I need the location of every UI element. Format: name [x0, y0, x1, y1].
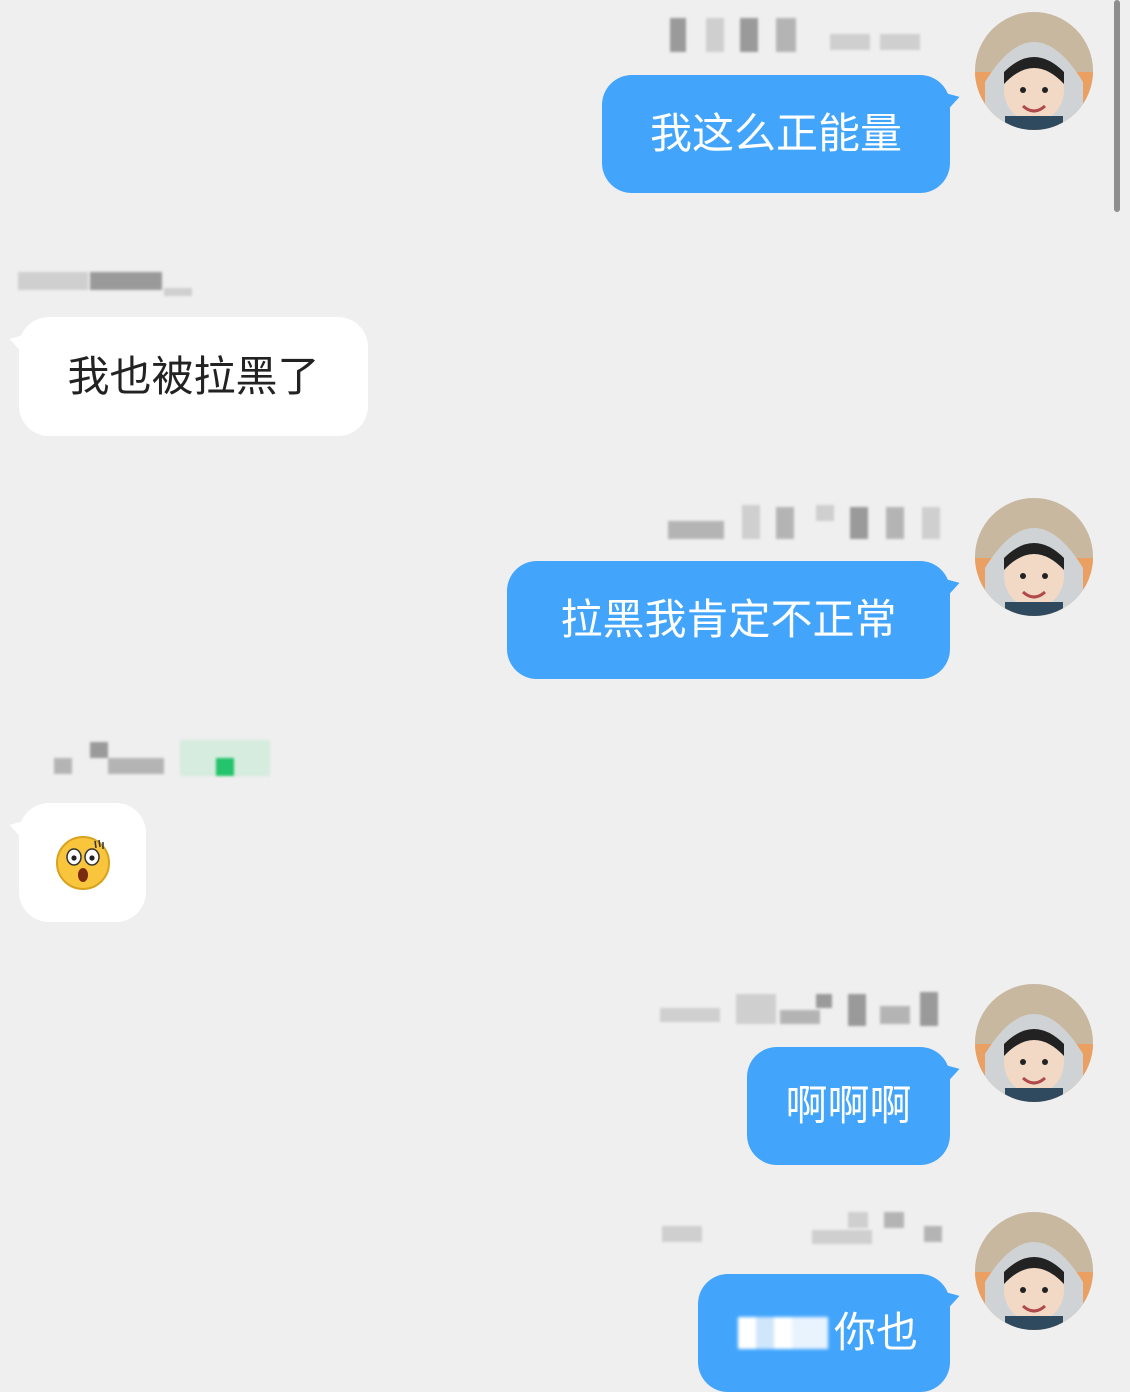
- message-bubble-outgoing[interactable]: 啊啊啊: [747, 1047, 950, 1165]
- sender-name-blurred: [54, 740, 274, 780]
- message-text: 我这么正能量: [649, 109, 902, 158]
- my-avatar[interactable]: [975, 1212, 1093, 1330]
- message-bubble-outgoing[interactable]: 拉黑我肯定不正常: [507, 561, 950, 679]
- sender-name-blurred: [668, 505, 943, 545]
- message-text: 你也: [833, 1308, 918, 1357]
- message-bubble-outgoing[interactable]: 你也: [698, 1274, 950, 1392]
- message-bubble-incoming[interactable]: 我也被拉黑了: [19, 317, 368, 436]
- message-text: 啊啊啊: [785, 1081, 912, 1130]
- my-avatar[interactable]: [975, 984, 1093, 1102]
- sender-name-blurred: [18, 268, 218, 308]
- sender-name-blurred: [662, 1212, 942, 1252]
- surprised-face-icon: [55, 835, 110, 890]
- sender-name-blurred: [670, 18, 940, 58]
- message-bubble-incoming[interactable]: [19, 803, 146, 922]
- blurred-text: [737, 1317, 828, 1349]
- my-avatar[interactable]: [975, 12, 1093, 130]
- message-text: 我也被拉黑了: [67, 351, 320, 401]
- chat-scrollbar[interactable]: [1114, 0, 1120, 212]
- message-bubble-outgoing[interactable]: 我这么正能量: [602, 75, 950, 193]
- my-avatar[interactable]: [975, 498, 1093, 616]
- sender-name-blurred: [660, 992, 940, 1032]
- message-text: 拉黑我肯定不正常: [560, 595, 897, 644]
